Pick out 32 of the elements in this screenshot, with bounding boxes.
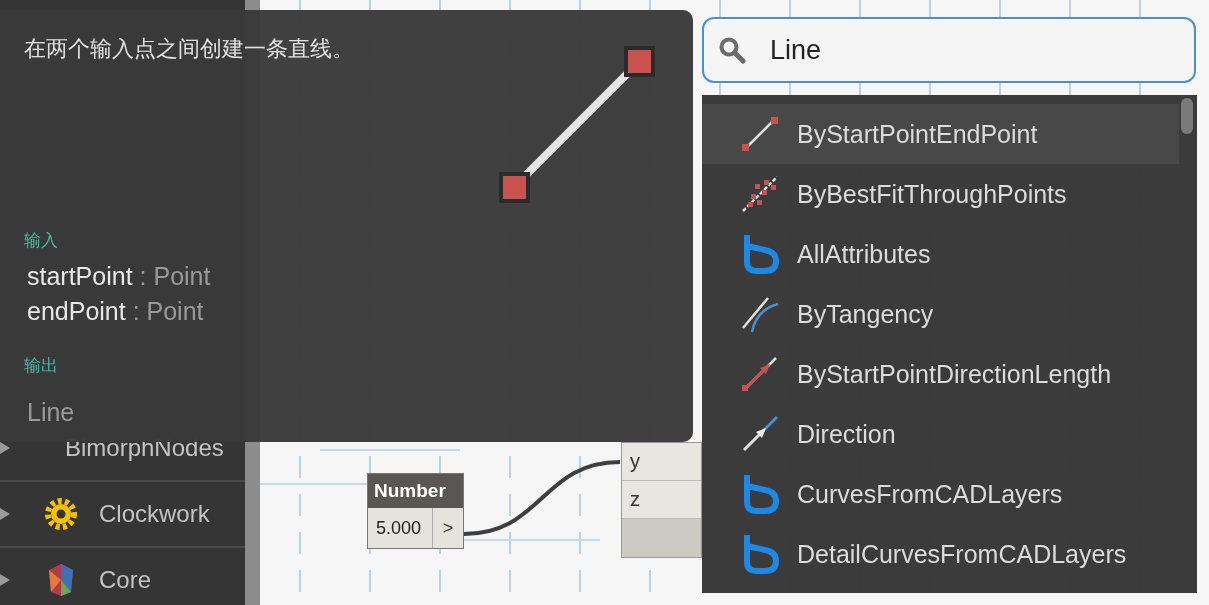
- gear-icon: [43, 496, 79, 532]
- scatter-line-icon: [740, 174, 780, 214]
- expand-arrow-icon[interactable]: [0, 508, 10, 520]
- result-item[interactable]: ByTangency: [702, 284, 1179, 344]
- arrow-line-icon: [740, 414, 780, 454]
- search-icon: [718, 36, 746, 64]
- input-parameter: startPoint : Point: [26, 261, 211, 292]
- output-type: Line: [26, 397, 75, 428]
- result-item[interactable]: AllAttributes: [702, 224, 1179, 284]
- port-label: y: [630, 450, 640, 473]
- scrollbar-thumb[interactable]: [1181, 98, 1193, 134]
- result-item[interactable]: DetailCurvesFromCADLayers: [702, 524, 1179, 584]
- node-title: Number: [368, 474, 463, 508]
- library-item[interactable]: Clockwork: [99, 500, 210, 528]
- port-label: z: [630, 488, 640, 511]
- result-item[interactable]: ByBestFitThroughPoints: [702, 164, 1179, 224]
- tooltip-description: 在两个输入点之间创建一条直线。: [24, 35, 355, 63]
- result-item[interactable]: ByStartPointDirectionLength: [702, 344, 1179, 404]
- expand-arrow-icon[interactable]: [0, 574, 10, 586]
- expand-arrow-icon[interactable]: [0, 442, 10, 454]
- inputs-heading: 输入: [24, 230, 59, 252]
- outputs-heading: 输出: [24, 355, 59, 377]
- arrow-line-icon: [740, 354, 780, 394]
- result-item[interactable]: Direction: [702, 404, 1179, 464]
- node-body[interactable]: y z: [621, 442, 702, 558]
- library-item[interactable]: Core: [99, 566, 152, 594]
- result-item[interactable]: CurvesFromCADLayers: [702, 464, 1179, 524]
- search-field[interactable]: Line: [702, 17, 1196, 83]
- result-item[interactable]: ByStartPointEndPoint: [702, 104, 1179, 164]
- number-node[interactable]: Number 5.000 >: [367, 473, 464, 549]
- input-parameter: endPoint : Point: [26, 296, 204, 327]
- line-icon: [740, 114, 780, 154]
